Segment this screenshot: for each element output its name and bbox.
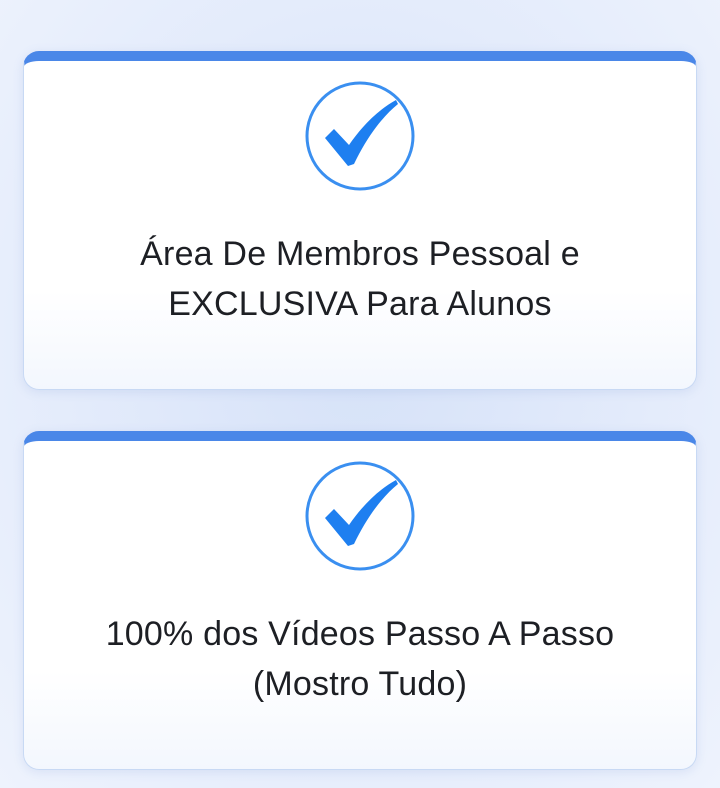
check-circle-icon	[305, 81, 415, 191]
feature-text-line-1: 100% dos Vídeos Passo A Passo	[105, 615, 615, 653]
feature-text: Área De Membros Pessoal e EXCLUSIVA Para…	[24, 229, 696, 329]
feature-card-step-by-step-videos: 100% dos Vídeos Passo A Passo (Mostro Tu…	[23, 431, 697, 770]
feature-text-line-2: (Mostro Tudo)	[252, 665, 468, 703]
feature-text: 100% dos Vídeos Passo A Passo (Mostro Tu…	[24, 609, 696, 709]
check-circle-icon	[305, 461, 415, 571]
feature-text-line-2: EXCLUSIVA Para Alunos	[168, 285, 552, 323]
feature-text-line-1: Área De Membros Pessoal e	[140, 235, 580, 273]
feature-card-members-area: Área De Membros Pessoal e EXCLUSIVA Para…	[23, 51, 697, 390]
